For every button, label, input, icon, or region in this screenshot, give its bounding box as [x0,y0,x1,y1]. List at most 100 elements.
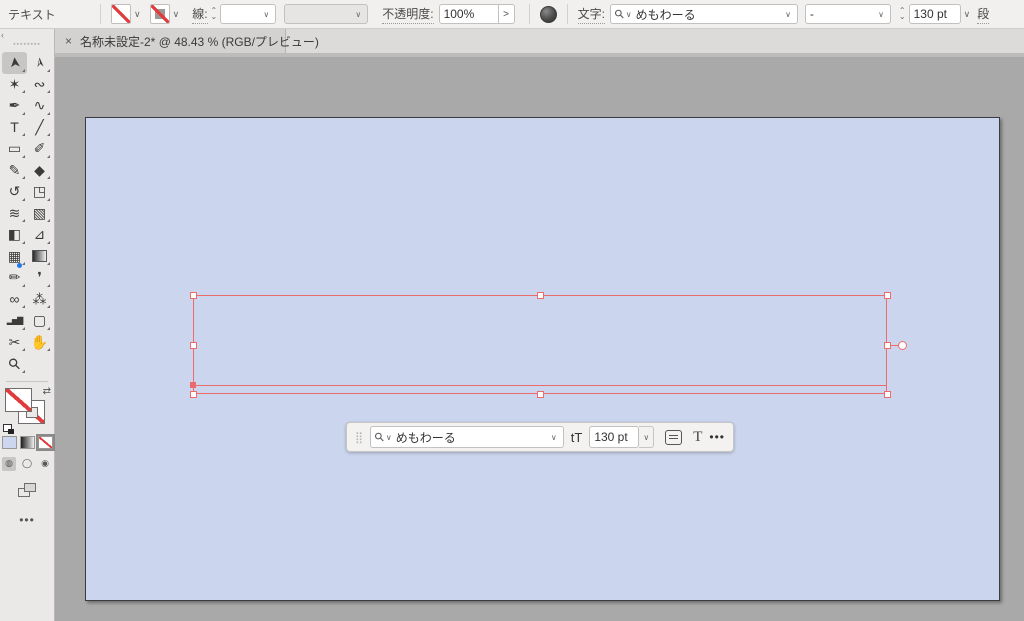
paragraph-label[interactable]: 段 [977,5,990,24]
opacity-expand-button[interactable]: > [498,4,515,24]
slice-icon: ✂ [8,333,21,350]
draw-normal-button[interactable]: ◍ [2,456,16,471]
tool-perspective-grid[interactable]: ⊿ [27,224,52,246]
stroke-color-swatch[interactable] [149,4,170,24]
tool-paintbrush[interactable]: ✐ [27,138,52,160]
tool-mesh[interactable]: ▦ [2,246,27,268]
font-family-input[interactable] [635,7,784,21]
document-tab[interactable]: × 名称未設定-2* @ 48.43 % (RGB/プレビュー) [55,29,319,53]
screen-mode-button[interactable] [18,482,36,497]
float-font-family-combo[interactable]: ⚲ ∨ ∨ [370,426,564,448]
character-label[interactable]: 文字: [577,5,605,24]
swap-fill-stroke-icon[interactable]: ⇄ [43,386,51,397]
selection-handle-top-left[interactable] [190,292,197,299]
fill-color-chevron-icon[interactable]: ∨ [131,9,144,20]
tool-zoom[interactable]: ⚲ [2,353,27,375]
tool-pen[interactable]: ✒ [2,95,27,117]
tool-direct-selection[interactable]: ➢ [27,52,52,74]
color-button[interactable] [1,435,17,449]
tool-column-graph[interactable]: ▂▅▇ [2,310,27,332]
tool-blend[interactable]: ∞ [2,289,27,311]
font-style-combo[interactable]: - ∨ [804,4,891,24]
stroke-color-chevron-icon[interactable]: ∨ [170,9,183,20]
touch-type-icon[interactable]: T [693,429,702,446]
stroke-weight-label[interactable]: 線: [192,5,208,24]
fill-swatch[interactable] [5,387,32,412]
selection-handle-bottom-right[interactable] [884,391,891,398]
tool-lasso[interactable]: ∾ [27,74,52,96]
selection-handle-top-right[interactable] [884,292,891,299]
tool-symbol-sprayer[interactable]: ⁂ [27,289,52,311]
column-graph-icon: ▂▅▇ [6,316,24,326]
chevron-down-icon[interactable]: ∨ [785,10,791,19]
font-size-stepper[interactable]: ⌃ ⌄ [899,7,906,21]
selection-handle-top-center[interactable] [537,292,544,299]
eyedropper-icon: ❜ [37,269,42,286]
font-size-input[interactable] [913,7,956,21]
tool-type[interactable]: T [2,117,27,139]
draw-behind-button[interactable]: ◯ [20,457,34,471]
text-frame-bounding-box [193,295,887,394]
tool-gradient[interactable] [27,246,52,268]
screen-mode-icon [24,482,36,492]
opacity-label[interactable]: 不透明度: [382,5,434,24]
tool-slice[interactable]: ✂ [2,332,27,354]
tool-eraser[interactable]: ◆ [27,160,52,182]
panel-drag-handle[interactable]: ▪▪▪▪▪▪▪▪ [0,41,54,48]
context-label: テキスト [8,7,56,22]
stroke-weight-combo[interactable]: ∨ [220,4,277,24]
separator [100,4,101,24]
width-profile-combo: ∨ [284,4,369,24]
more-options-button[interactable]: ••• [709,430,725,444]
font-size-field[interactable] [908,4,961,24]
default-fill-stroke-icon[interactable] [3,423,14,434]
text-out-port[interactable] [898,341,907,350]
font-family-combo[interactable]: ⚲ ∨ ∨ [609,4,798,24]
tool-line-segment[interactable]: ╱ [27,117,52,139]
float-font-size-field[interactable] [589,426,640,448]
text-path-anchor[interactable] [190,382,196,388]
tool-shape-builder[interactable]: ◧ [2,224,27,246]
chevron-down-icon: ∨ [263,9,270,19]
shape-builder-icon: ◧ [7,226,22,243]
float-font-family-input[interactable] [395,430,549,444]
font-size-chevron-icon[interactable]: ∨ [961,9,974,20]
context-task-bar[interactable]: ⣿ ⚲ ∨ ∨ tT ∨ T ••• [346,422,734,452]
float-font-size-chevron-icon[interactable]: ∨ [639,426,655,448]
selection-handle-mid-right[interactable] [884,342,891,349]
stroke-weight-stepper[interactable]: ⌃ ⌄ [211,7,218,21]
tool-artboard[interactable]: ▢ [27,310,52,332]
tool-free-transform[interactable]: ▧ [27,203,52,225]
tool-rotate[interactable]: ↺ [2,181,27,203]
rotate-icon: ↺ [8,183,21,200]
chevron-down-icon: ∨ [355,9,362,19]
drag-handle-icon[interactable]: ⣿ [355,431,363,444]
opacity-field[interactable] [438,4,499,24]
tool-rectangle[interactable]: ▭ [2,138,27,160]
close-tab-icon[interactable]: × [65,34,72,48]
tool-shaper[interactable]: ✏ [2,267,27,289]
edit-toolbar-button[interactable]: ••• [0,513,54,527]
gradient-button[interactable] [19,435,35,449]
tool-hand[interactable]: ✋ [27,332,52,354]
tool-pencil[interactable]: ✎ [2,160,27,182]
float-font-size-input[interactable] [594,430,635,444]
selection-handle-mid-left[interactable] [190,342,197,349]
chevron-down-icon[interactable]: ∨ [551,433,557,442]
selection-handle-bottom-center[interactable] [537,391,544,398]
draw-inside-button[interactable]: ◉ [38,457,52,471]
tool-curvature[interactable]: ∿ [27,95,52,117]
none-button[interactable] [35,433,55,451]
separator [566,4,568,24]
tool-selection[interactable]: ➤ [2,52,27,74]
tool-magic-wand[interactable]: ✶ [2,74,27,96]
fill-color-swatch[interactable] [111,4,131,24]
tool-width[interactable]: ≋ [2,203,27,225]
recolor-artwork-icon[interactable] [539,5,557,23]
selection-handle-bottom-left[interactable] [190,391,197,398]
collapse-panel-icon[interactable]: ‹ [1,30,4,40]
tool-scale[interactable]: ◳ [27,181,52,203]
tool-eyedropper[interactable]: ❜ [27,267,52,289]
character-panel-icon[interactable] [665,429,683,445]
opacity-input[interactable] [443,7,494,21]
